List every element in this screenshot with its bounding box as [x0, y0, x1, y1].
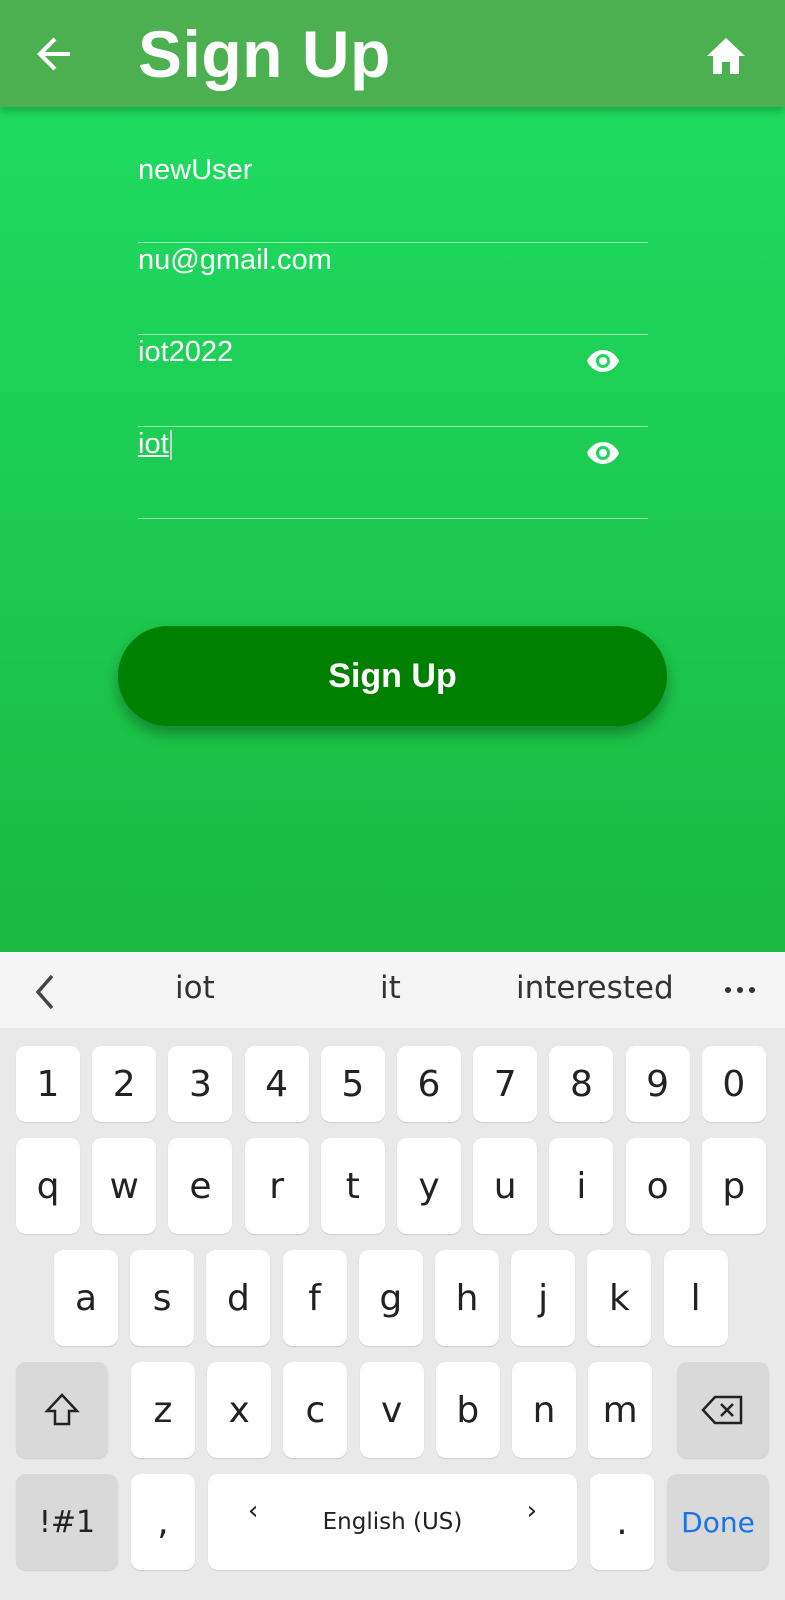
key-g[interactable]: g: [358, 1250, 423, 1346]
suggestion-3[interactable]: interested: [516, 970, 674, 1006]
key-9[interactable]: 9: [625, 1046, 690, 1122]
period-key[interactable]: .: [590, 1474, 654, 1570]
key-u[interactable]: u: [473, 1138, 538, 1234]
key-d[interactable]: d: [206, 1250, 271, 1346]
confirm-password-field[interactable]: iot: [138, 426, 648, 519]
key-1[interactable]: 1: [16, 1046, 80, 1122]
page-title: Sign Up: [138, 17, 391, 91]
key-4[interactable]: 4: [244, 1046, 309, 1122]
confirm-password-value: iot: [138, 426, 172, 462]
key-5[interactable]: 5: [320, 1046, 385, 1122]
key-a[interactable]: a: [54, 1250, 118, 1346]
suggestion-1[interactable]: iot: [175, 970, 215, 1006]
key-h[interactable]: h: [435, 1250, 499, 1346]
key-6[interactable]: 6: [397, 1046, 461, 1122]
suggestion-bar: iot it interested: [0, 952, 785, 1028]
app-bar: Sign Up: [0, 0, 785, 107]
key-s[interactable]: s: [130, 1250, 195, 1346]
keyboard: iot it interested !#1 , ‹ English (US) ›…: [0, 952, 785, 1600]
key-0[interactable]: 0: [701, 1046, 766, 1122]
symbols-key[interactable]: !#1: [16, 1474, 118, 1570]
key-y[interactable]: y: [397, 1138, 461, 1234]
eye-icon[interactable]: [586, 348, 620, 374]
key-v[interactable]: v: [359, 1362, 424, 1458]
home-icon[interactable]: [705, 36, 747, 76]
email-field[interactable]: nu@gmail.com: [138, 242, 648, 335]
key-t[interactable]: t: [320, 1138, 385, 1234]
key-e[interactable]: e: [168, 1138, 233, 1234]
signup-button[interactable]: Sign Up: [118, 626, 667, 726]
confirm-password-text: iot: [138, 428, 169, 460]
backspace-key[interactable]: [677, 1362, 769, 1458]
key-l[interactable]: l: [663, 1250, 728, 1346]
key-3[interactable]: 3: [168, 1046, 233, 1122]
password-field[interactable]: iot2022: [138, 334, 648, 427]
key-z[interactable]: z: [131, 1362, 195, 1458]
space-label: English (US): [322, 1509, 463, 1535]
key-p[interactable]: p: [701, 1138, 766, 1234]
key-x[interactable]: x: [207, 1362, 272, 1458]
key-m[interactable]: m: [588, 1362, 653, 1458]
key-b[interactable]: b: [435, 1362, 500, 1458]
text-caret: [169, 430, 172, 461]
suggestion-2[interactable]: it: [380, 970, 401, 1006]
key-r[interactable]: r: [244, 1138, 309, 1234]
username-value: newUser: [138, 154, 253, 186]
key-k[interactable]: k: [587, 1250, 652, 1346]
done-key[interactable]: Done: [667, 1474, 769, 1570]
key-8[interactable]: 8: [549, 1046, 614, 1122]
key-j[interactable]: j: [511, 1250, 576, 1346]
space-key[interactable]: ‹ English (US) ›: [208, 1474, 577, 1570]
key-w[interactable]: w: [92, 1138, 157, 1234]
password-value: iot2022: [138, 336, 234, 368]
chevron-left-icon[interactable]: [30, 972, 60, 1012]
signup-screen: Sign Up newUser nu@gmail.com iot2022 iot…: [0, 0, 785, 952]
key-c[interactable]: c: [283, 1362, 348, 1458]
key-q[interactable]: q: [16, 1138, 80, 1234]
email-value: nu@gmail.com: [138, 244, 332, 276]
key-7[interactable]: 7: [473, 1046, 538, 1122]
key-f[interactable]: f: [282, 1250, 347, 1346]
key-n[interactable]: n: [512, 1362, 576, 1458]
more-dots-icon[interactable]: [720, 972, 760, 1008]
key-o[interactable]: o: [625, 1138, 690, 1234]
key-i[interactable]: i: [549, 1138, 614, 1234]
username-field[interactable]: newUser: [138, 150, 648, 243]
space-left-arrow: ‹: [248, 1496, 259, 1526]
key-2[interactable]: 2: [92, 1046, 157, 1122]
eye-icon[interactable]: [586, 440, 620, 466]
back-arrow-icon[interactable]: [30, 30, 78, 78]
space-right-arrow: ›: [526, 1496, 537, 1526]
comma-key[interactable]: ,: [131, 1474, 195, 1570]
shift-key[interactable]: [16, 1362, 108, 1458]
